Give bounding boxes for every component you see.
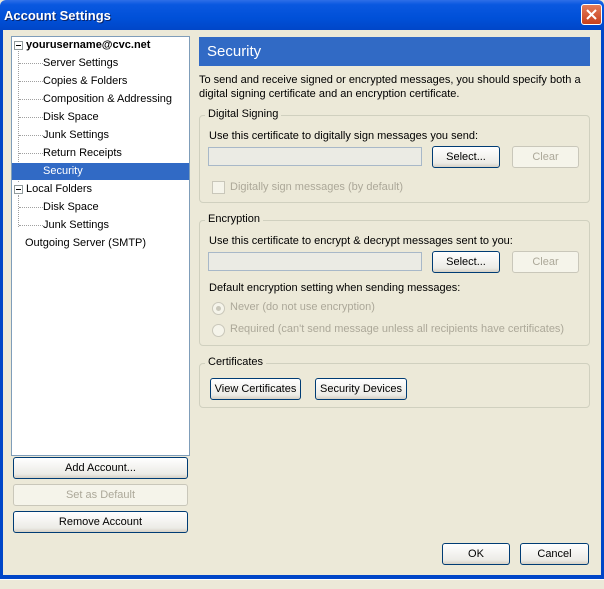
tree-item-server-settings[interactable]: Server Settings [41,55,120,72]
view-certificates-label: View Certificates [214,383,297,395]
encryption-never-radio[interactable] [212,302,225,315]
signing-certificate-field [208,147,422,166]
remove-account-label: Remove Account [58,516,143,528]
set-default-button[interactable]: Set as Default [13,484,188,506]
tree-item-composition[interactable]: Composition & Addressing [41,91,174,108]
remove-account-button[interactable]: Remove Account [13,511,188,533]
tree-connector [18,195,19,227]
window-title: Account Settings [4,8,111,23]
tree-item-copies-folders[interactable]: Copies & Folders [41,73,129,90]
tree-connector [19,207,43,208]
cancel-button[interactable]: Cancel [520,543,589,565]
encryption-certificate-field [208,252,422,271]
encryption-select-button[interactable]: Select... [432,251,500,273]
view-certificates-button[interactable]: View Certificates [210,378,301,400]
tree-item-outgoing-server[interactable]: Outgoing Server (SMTP) [25,235,146,252]
set-default-label: Set as Default [65,489,136,501]
tree-connector [19,63,43,64]
signing-select-label: Select... [446,151,486,163]
encryption-clear-label: Clear [532,256,559,268]
window-frame [0,30,3,575]
close-icon [586,9,597,20]
digitally-sign-checkbox[interactable] [212,181,225,194]
encryption-required-label: Required (can't send message unless all … [230,323,565,335]
encryption-clear-button[interactable]: Clear [512,251,579,273]
add-account-button[interactable]: Add Account... [13,457,188,479]
tree-item-return-receipts[interactable]: Return Receipts [41,145,124,162]
title-bar: Account Settings [0,0,604,30]
signing-clear-button[interactable]: Clear [512,146,579,168]
encryption-required-radio[interactable] [212,324,225,337]
digital-signing-legend: Digital Signing [205,108,282,120]
digitally-sign-label: Digitally sign messages (by default) [230,181,404,193]
tree-connector [19,117,43,118]
close-button[interactable] [581,4,602,25]
collapse-icon[interactable] [14,41,23,50]
encryption-select-label: Select... [446,256,486,268]
tree-item-junk-settings[interactable]: Junk Settings [41,127,111,144]
cancel-label: Cancel [537,548,572,560]
tree-connector [19,225,43,226]
encryption-never-label: Never (do not use encryption) [230,301,375,313]
tree-item-local-junk-settings[interactable]: Junk Settings [41,217,111,234]
tree-item-local-disk-space[interactable]: Disk Space [41,199,101,216]
encryption-legend: Encryption [205,213,263,225]
ok-label: OK [468,548,484,560]
account-tree[interactable]: yourusername@cvc.net Server Settings Cop… [11,36,190,456]
ok-button[interactable]: OK [442,543,510,565]
certificates-legend: Certificates [205,356,267,368]
tree-item-disk-space[interactable]: Disk Space [41,109,101,126]
tree-connector [19,99,43,100]
security-description: To send and receive signed or encrypted … [199,74,581,100]
collapse-icon[interactable] [14,185,23,194]
tree-item-local-folders[interactable]: Local Folders [26,181,92,198]
default-encryption-label: Default encryption setting when sending … [209,282,461,294]
signing-select-button[interactable]: Select... [432,146,500,168]
tree-item-account[interactable]: yourusername@cvc.net [26,37,150,54]
security-devices-label: Security Devices [320,383,402,395]
signing-clear-label: Clear [532,151,559,163]
security-devices-button[interactable]: Security Devices [315,378,407,400]
add-account-label: Add Account... [65,462,136,474]
background-window-strip [0,579,604,589]
tree-item-security[interactable]: Security [12,163,189,180]
page-title: Security [199,37,590,66]
tree-connector [19,135,43,136]
tree-connector [19,81,43,82]
encryption-label: Use this certificate to encrypt & decryp… [209,235,513,247]
digital-signing-label: Use this certificate to digitally sign m… [209,130,479,142]
tree-connector [19,153,43,154]
